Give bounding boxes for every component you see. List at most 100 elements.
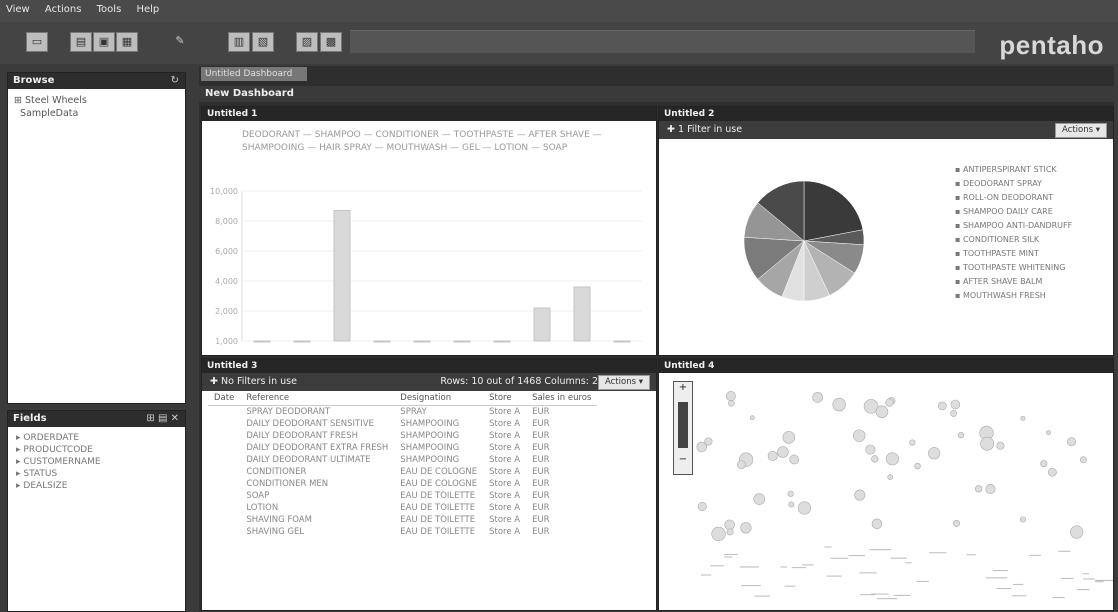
scatter-dash: [741, 585, 761, 587]
edit-icon[interactable]: ✎: [170, 32, 190, 50]
table-row[interactable]: CONDITIONER EAU DE COLOGNE Store A EUR: [208, 466, 597, 478]
scatter-point: [985, 483, 996, 495]
column-header[interactable]: Reference: [240, 391, 395, 406]
cut-icon[interactable]: ▥: [228, 32, 250, 52]
tree-item[interactable]: SampleData: [14, 108, 179, 119]
menu-help[interactable]: Help: [130, 0, 165, 19]
table-cell: EUR: [532, 455, 550, 465]
copy-icon[interactable]: ▧: [252, 32, 274, 52]
table-row[interactable]: DAILY DEODORANT EXTRA FRESH SHAMPOOING Sto…: [208, 442, 597, 454]
y-tick-label: 8,000: [215, 217, 238, 226]
tree-item[interactable]: ⊞ Steel Wheels: [14, 95, 179, 106]
table-row[interactable]: SHAVING GEL EAU DE TOILETTE Store A EUR: [208, 526, 597, 538]
table-row[interactable]: SHAVING FOAM EAU DE TOILETTE Store A EUR: [208, 514, 597, 526]
open-icon[interactable]: ▤: [70, 32, 92, 52]
scatter-point: [697, 501, 707, 512]
table-cell: Store A: [489, 455, 521, 465]
explorer-tree: ⊞ Steel Wheels SampleData: [8, 89, 185, 125]
table-cell: EUR: [532, 515, 550, 525]
table-cell: CONDITIONER: [246, 467, 307, 477]
bar-chart: 10,000 8,000 6,000 4,000 2,000 1,000: [210, 187, 642, 346]
panel-title: Untitled 2: [664, 109, 715, 119]
column-header[interactable]: Designation: [394, 391, 484, 406]
legend-item: SHAMPOOING: [242, 143, 305, 153]
scatter-dash: [1094, 579, 1113, 581]
scatter-dash: [830, 557, 849, 559]
scatter-point: [914, 462, 921, 470]
print-icon[interactable]: ▨: [296, 32, 318, 52]
column-header[interactable]: Store: [483, 391, 527, 406]
scatter-point: [871, 518, 883, 530]
field-item[interactable]: ▸ PRODUCTCODE: [16, 445, 177, 455]
table-cell: EAU DE COLOGNE: [400, 467, 478, 477]
menu-view[interactable]: View: [0, 0, 36, 19]
table-cell: SHAMPOOING: [400, 443, 460, 453]
table-cell: Store A: [489, 431, 521, 441]
scatter-point: [957, 431, 965, 439]
data-table: Date Reference Designation Store Sales i…: [208, 391, 598, 538]
table-cell: [208, 490, 240, 502]
tab-dashboard[interactable]: Untitled Dashboard: [201, 67, 307, 81]
table-cell: EUR: [532, 479, 550, 489]
table-row[interactable]: DAILY DEODORANT FRESH SHAMPOOING Store A EU…: [208, 430, 597, 442]
legend-item: ▪ SHAMPOO DAILY CARE: [955, 207, 1053, 216]
field-item[interactable]: ▸ CUSTOMERNAME: [16, 457, 177, 467]
add-filter-icon[interactable]: ✚: [210, 376, 218, 387]
table-row[interactable]: CONDITIONER MEN EAU DE COLOGNE Store A EUR: [208, 478, 597, 490]
table-row[interactable]: SOAP EAU DE TOILETTE Store A EUR: [208, 490, 597, 502]
legend-item: MOUTHWASH: [386, 143, 448, 153]
legend-item: ▪ AFTER SHAVE BALM: [955, 277, 1043, 286]
y-tick-label: 2,000: [215, 307, 238, 316]
menu-tools[interactable]: Tools: [91, 0, 128, 19]
scatter-dash: [791, 567, 806, 569]
save-icon[interactable]: ▣: [93, 32, 115, 52]
scatter-point: [767, 450, 778, 461]
column-header[interactable]: Date: [208, 391, 241, 406]
scatter-point: [711, 526, 726, 542]
table-cell: Store A: [489, 443, 521, 453]
menu-actions[interactable]: Actions: [39, 0, 88, 19]
scatter-point: [909, 439, 916, 446]
legend-item: ▪ ANTIPERSPIRANT STICK: [955, 165, 1057, 174]
scatter-plot: [696, 391, 1113, 600]
table-cell: EUR: [532, 527, 550, 537]
scatter-point: [887, 474, 894, 480]
table-cell: Store A: [489, 503, 521, 513]
table-cell: EUR: [532, 491, 550, 501]
legend-item: TOOTHPASTE: [453, 130, 514, 140]
field-item[interactable]: ▸ ORDERDATE: [16, 433, 177, 443]
add-filter-icon[interactable]: ✚: [667, 124, 675, 135]
actions-dropdown[interactable]: Actions ▾: [597, 375, 650, 390]
table-cell: [208, 466, 240, 478]
field-item[interactable]: ▸ STATUS: [16, 469, 177, 479]
column-header[interactable]: Sales in euros: [526, 391, 598, 406]
explorer-title: Browse: [13, 75, 55, 86]
scatter-point: [1079, 456, 1087, 464]
table-cell: [208, 526, 240, 538]
table-row[interactable]: SPRAY DEODORANT SPRAY Store A EUR: [208, 406, 597, 419]
table-row[interactable]: LOTION EAU DE TOILETTE Store A EUR: [208, 502, 597, 514]
panel-table: Untitled 3 ✚ No Filters in use Rows: 10 …: [201, 358, 657, 611]
new-icon[interactable]: ▭: [26, 32, 48, 52]
y-tick-label: 1,000: [215, 337, 238, 346]
field-item[interactable]: ▸ DEALSIZE: [16, 481, 177, 491]
actions-dropdown[interactable]: Actions ▾: [1054, 123, 1107, 138]
save-as-icon[interactable]: ▦: [116, 32, 138, 52]
table-row[interactable]: DAILY DEODORANT ULTIMATE SHAMPOOING Store …: [208, 454, 597, 466]
scatter-point: [1070, 525, 1084, 539]
field-tools-icon[interactable]: ⊞ ▤ ✕: [146, 411, 179, 427]
table-cell: Store A: [489, 491, 521, 501]
scatter-point: [777, 446, 789, 458]
table-cell: Store A: [489, 419, 521, 429]
fields-list: ▸ ORDERDATE ▸ PRODUCTCODE ▸ CUSTOMERNAME…: [8, 427, 185, 497]
scatter-dash: [848, 555, 866, 557]
refresh-icon[interactable]: ↻: [171, 73, 179, 89]
table-row[interactable]: DAILY DEODORANT SENSITIVE SHAMPOOING Store…: [208, 418, 597, 430]
settings-icon[interactable]: ▩: [320, 32, 342, 52]
bar: [413, 340, 431, 343]
scatter-dash: [826, 575, 842, 577]
panel-title: Untitled 3: [207, 361, 258, 371]
legend-item: ▪ CONDITIONER SILK: [955, 235, 1040, 244]
legend-item: AFTER SHAVE: [528, 130, 590, 140]
pie-legend: ▪ ANTIPERSPIRANT STICK ▪ DEODORANT SPRAY…: [955, 163, 1110, 303]
